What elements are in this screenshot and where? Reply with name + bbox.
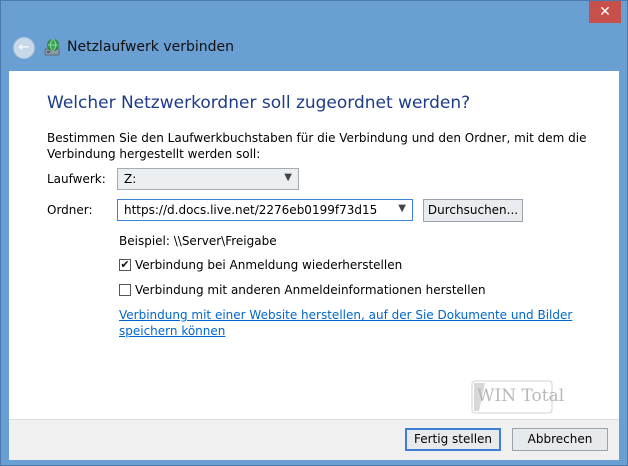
folder-label: Ordner: <box>47 203 93 217</box>
drive-label: Laufwerk: <box>47 172 106 186</box>
title-bar: ← Netzlaufwerk verbinden <box>1 25 627 71</box>
page-title: Welcher Netzwerkordner soll zugeordnet w… <box>47 93 471 113</box>
folder-value: https://d.docs.live.net/2276eb0199f73d15 <box>124 203 378 217</box>
folder-combobox[interactable]: https://d.docs.live.net/2276eb0199f73d15… <box>117 199 413 221</box>
chevron-down-icon: ▼ <box>398 203 406 214</box>
dialog-footer: Fertig stellen Abbrechen <box>9 419 619 460</box>
finish-button[interactable]: Fertig stellen <box>405 428 501 451</box>
example-text: Beispiel: \\Server\Freigabe <box>119 234 277 248</box>
watermark-logo: WIN Total <box>471 377 571 417</box>
network-drive-icon <box>44 39 60 56</box>
dialog-window: ✕ ← Netzlaufwerk verbinden Welcher Netzw… <box>0 0 628 466</box>
credentials-checkbox[interactable] <box>119 284 131 296</box>
back-button[interactable]: ← <box>13 37 35 59</box>
chevron-down-icon: ▼ <box>284 172 292 183</box>
cancel-button[interactable]: Abbrechen <box>512 428 608 451</box>
website-link[interactable]: Verbindung mit einer Website herstellen,… <box>119 307 589 339</box>
watermark-text: WIN Total <box>477 386 565 406</box>
reconnect-label[interactable]: Verbindung bei Anmeldung wiederherstelle… <box>135 258 402 272</box>
drive-letter-select[interactable]: Z: ▼ <box>117 168 299 190</box>
close-icon: ✕ <box>599 4 611 20</box>
browse-button[interactable]: Durchsuchen... <box>423 199 523 222</box>
dialog-content: Welcher Netzwerkordner soll zugeordnet w… <box>9 71 619 419</box>
instruction-text: Bestimmen Sie den Laufwerkbuchstaben für… <box>47 131 587 161</box>
back-arrow-icon: ← <box>18 40 30 55</box>
close-button[interactable]: ✕ <box>589 1 621 23</box>
window-title: Netzlaufwerk verbinden <box>67 39 235 55</box>
drive-letter-value: Z: <box>124 172 137 186</box>
credentials-label[interactable]: Verbindung mit anderen Anmeldeinformatio… <box>135 283 486 297</box>
reconnect-checkbox[interactable]: ✔ <box>119 259 131 271</box>
